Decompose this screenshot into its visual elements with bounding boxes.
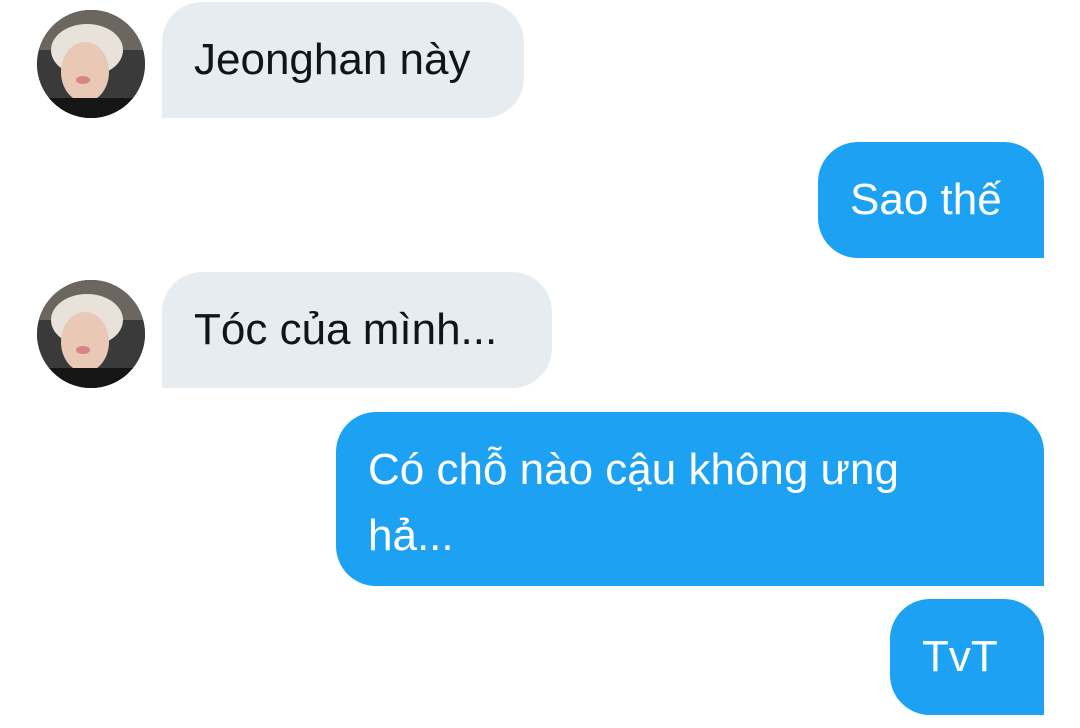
message-bubble: Sao thế [818,142,1044,258]
avatar[interactable] [37,280,145,388]
message-bubble: Jeonghan này [162,2,524,118]
avatar[interactable] [37,10,145,118]
avatar-photo-icon [37,10,145,118]
avatar-photo-icon [37,280,145,388]
message-bubble: Tóc của mình... [162,272,552,388]
message-bubble: TvT [890,599,1044,715]
message-bubble: Có chỗ nào cậu không ưng hả... [336,412,1044,586]
